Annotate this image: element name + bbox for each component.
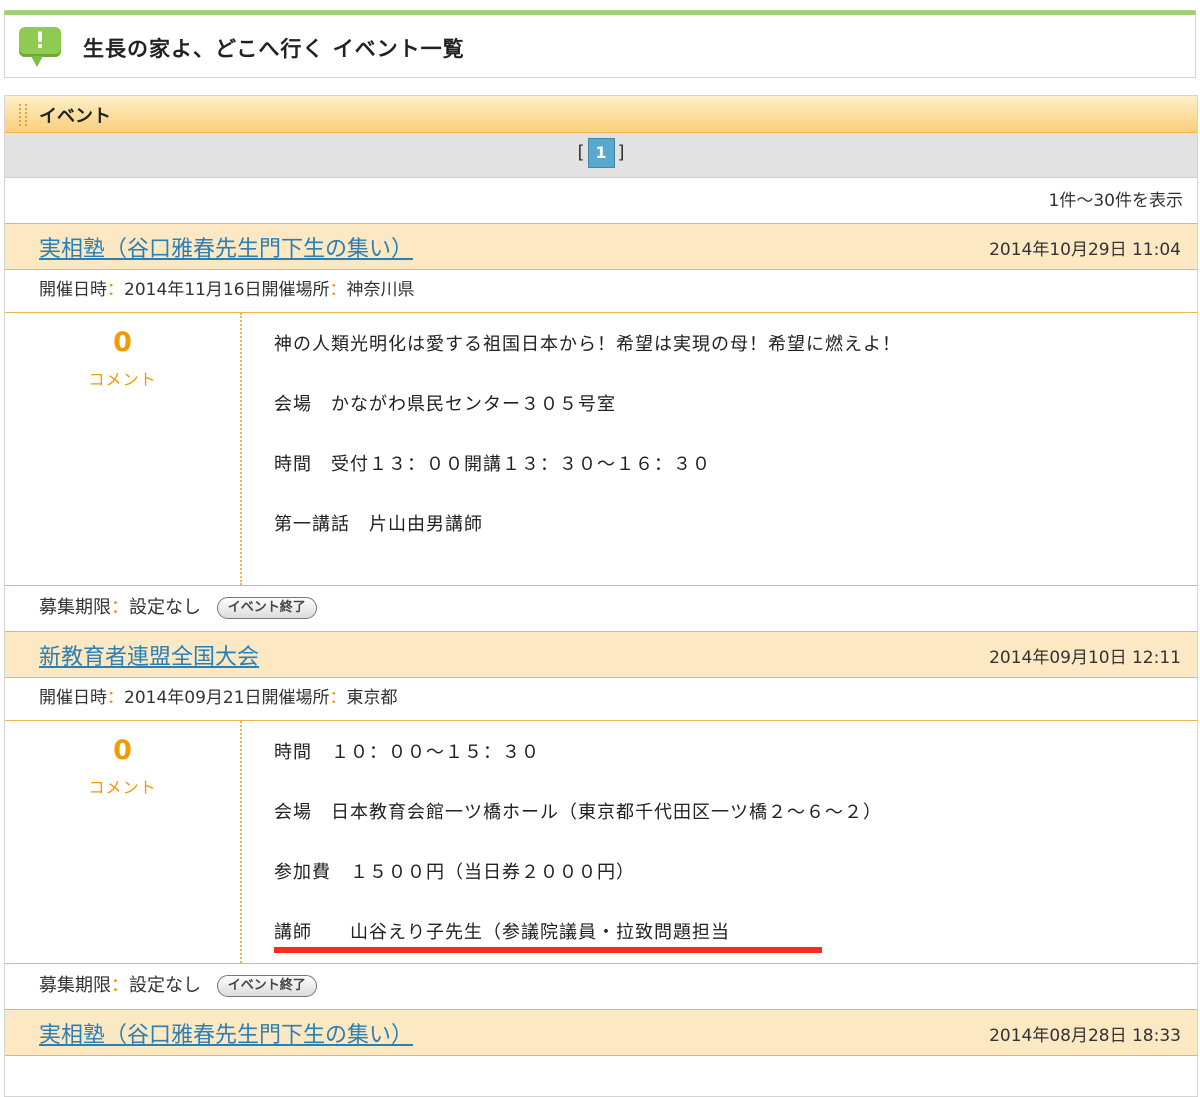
description-line: 時間 受付１３：００開講１３：３０～１６：３０ [274,454,711,475]
event-header: 実相塾（谷口雅春先生門下生の集い） 2014年10月29日 11:04 [5,224,1197,270]
event-header: 新教育者連盟全国大会 2014年09月10日 12:11 [5,631,1197,678]
place-label: 開催場所 [261,688,330,708]
event-meta: 開催日時：2014年09月21日開催場所：東京都 [5,678,1197,721]
event-posted-date: 2014年09月10日 12:11 [989,648,1181,668]
page-title: 生長の家よ、どこへ行く イベント一覧 [83,37,465,61]
event-description: 神の人類光明化は愛する祖国日本から！希望は実現の母！希望に燃えよ！ 会場 かなが… [274,313,1197,537]
description-line: 会場 かながわ県民センター３０５号室 [274,394,616,415]
description-line: 講師 山谷えり子先生（参議院議員・拉致問題担当 [274,922,730,943]
deadline-value: 設定なし [129,597,201,618]
event-ended-badge: イベント終了 [216,975,317,997]
event-footer: 募集期限：設定なし イベント終了 [5,586,1197,631]
description-line: 参加費 １５００円（当日券２０００円） [274,862,635,883]
comment-count[interactable]: 0 [5,327,240,358]
event-body: 0 コメント 神の人類光明化は愛する祖国日本から！希望は実現の母！希望に燃えよ！… [5,313,1197,586]
comment-label[interactable]: コメント [5,366,240,390]
deadline-value: 設定なし [129,975,201,996]
event-header: 実相塾（谷口雅春先生門下生の集い） 2014年08月28日 18:33 [5,1009,1197,1056]
comment-count[interactable]: 0 [5,735,240,766]
page-header: ! 生長の家よ、どこへ行く イベント一覧 [4,15,1196,78]
section-title: イベント [39,106,111,127]
exclamation-icon: ! [19,27,61,67]
pager-bracket-right: ] [617,142,625,163]
comment-label[interactable]: コメント [5,774,240,798]
place-label: 開催場所 [261,280,330,300]
event-footer: 募集期限：設定なし イベント終了 [5,964,1197,1009]
event-posted-date: 2014年08月28日 18:33 [989,1026,1181,1046]
comment-box: 0 コメント [5,313,242,585]
result-count: 1件～30件を表示 [5,178,1197,224]
event-title-link[interactable]: 実相塾（谷口雅春先生門下生の集い） [39,231,413,263]
event-section: イベント [1] 1件～30件を表示 実相塾（谷口雅春先生門下生の集い） 201… [4,95,1198,1097]
description-line: 第一講話 片山由男講師 [274,514,483,535]
description-line: 時間 １０：００～１５：３０ [274,742,540,763]
date-label: 開催日時 [39,280,107,300]
date-value: 2014年09月21日 [124,688,262,708]
pager-bracket-left: [ [577,142,585,163]
red-underline-annotation [274,947,822,953]
date-label: 開催日時 [39,688,107,708]
deadline-label: 募集期限 [39,975,111,996]
event-ended-badge: イベント終了 [216,597,317,619]
event-body: 0 コメント 時間 １０：００～１５：３０ 会場 日本教育会館一ツ橋ホール（東京… [5,721,1197,964]
date-value: 2014年11月16日 [124,280,262,300]
section-header: イベント [5,96,1197,133]
event-meta: 開催日時：2014年11月16日開催場所：神奈川県 [5,270,1197,313]
event-title-link[interactable]: 実相塾（谷口雅春先生門下生の集い） [39,1017,413,1049]
event-title-link[interactable]: 新教育者連盟全国大会 [39,639,259,671]
comment-box: 0 コメント [5,721,242,963]
event-posted-date: 2014年10月29日 11:04 [989,240,1181,260]
grip-icon [19,104,27,126]
deadline-label: 募集期限 [39,597,111,618]
place-value: 神奈川県 [346,280,415,300]
page-1-button[interactable]: 1 [587,138,615,168]
pagination: [1] [5,133,1197,178]
event-description: 時間 １０：００～１５：３０ 会場 日本教育会館一ツ橋ホール（東京都千代田区一ツ… [274,721,1197,945]
description-line: 会場 日本教育会館一ツ橋ホール（東京都千代田区一ツ橋２～６～２） [274,802,882,823]
description-line: 神の人類光明化は愛する祖国日本から！希望は実現の母！希望に燃えよ！ [274,334,901,355]
place-value: 東京都 [346,688,398,708]
